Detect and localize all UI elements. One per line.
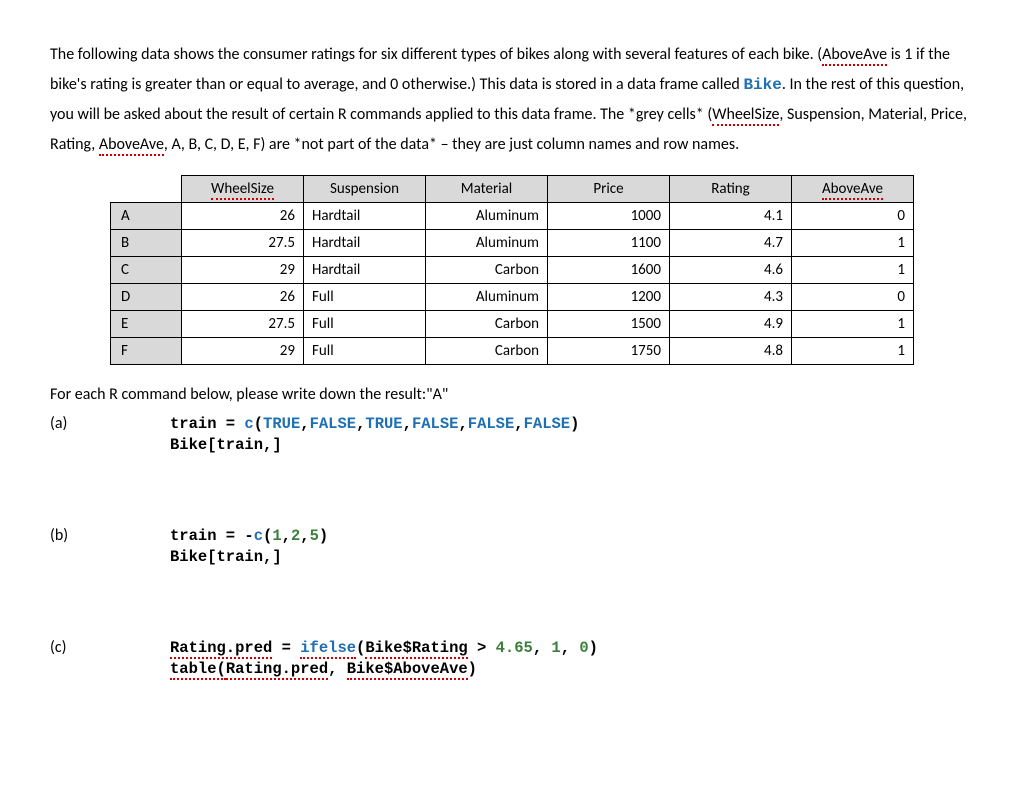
table-row: D 26 Full Aluminum 1200 4.3 0 — [111, 284, 914, 311]
cell: 4.8 — [670, 338, 792, 365]
table-corner — [111, 176, 182, 203]
cell: Hardtail — [304, 230, 426, 257]
cell: Hardtail — [304, 203, 426, 230]
cell: 1 — [792, 311, 914, 338]
intro-text: The following data shows the consumer ra… — [50, 45, 822, 64]
squiggle-aboveave-2: AboveAve — [99, 135, 164, 156]
prompt-text: For each R command below, please write d… — [50, 385, 974, 404]
cell: 4.7 — [670, 230, 792, 257]
cell: 27.5 — [182, 311, 304, 338]
bike-data-table: WheelSize Suspension Material Price Rati… — [110, 175, 914, 365]
cell: 0 — [792, 284, 914, 311]
question-c: (c) Rating.pred = ifelse(Bike$Rating > 4… — [50, 638, 974, 680]
question-a: (a) train = c(TRUE,FALSE,TRUE,FALSE,FALS… — [50, 414, 974, 456]
cell: 4.3 — [670, 284, 792, 311]
col-header-price: Price — [548, 176, 670, 203]
col-header-material: Material — [426, 176, 548, 203]
cell: 1200 — [548, 284, 670, 311]
cell: 1100 — [548, 230, 670, 257]
cell: Carbon — [426, 257, 548, 284]
cell: 4.1 — [670, 203, 792, 230]
cell: 27.5 — [182, 230, 304, 257]
row-header: E — [111, 311, 182, 338]
row-header: F — [111, 338, 182, 365]
cell: Hardtail — [304, 257, 426, 284]
cell: 1500 — [548, 311, 670, 338]
col-header-rating: Rating — [670, 176, 792, 203]
col-header-wheelsize: WheelSize — [182, 176, 304, 203]
cell: 1 — [792, 338, 914, 365]
row-header: B — [111, 230, 182, 257]
cell: Carbon — [426, 311, 548, 338]
code-b: train = -c(1,2,5) Bike[train,] — [170, 526, 328, 568]
cell: 1600 — [548, 257, 670, 284]
question-label-a: (a) — [50, 414, 170, 433]
table-row: F 29 Full Carbon 1750 4.8 1 — [111, 338, 914, 365]
question-label-b: (b) — [50, 526, 170, 545]
intro-text: , A, B, C, D, E, F) are *not part of the… — [164, 135, 739, 154]
code-c: Rating.pred = ifelse(Bike$Rating > 4.65,… — [170, 638, 598, 680]
cell: Aluminum — [426, 230, 548, 257]
table-row: A 26 Hardtail Aluminum 1000 4.1 0 — [111, 203, 914, 230]
row-header: D — [111, 284, 182, 311]
cell: 1750 — [548, 338, 670, 365]
cell: 1 — [792, 257, 914, 284]
cell: Full — [304, 284, 426, 311]
question-b: (b) train = -c(1,2,5) Bike[train,] — [50, 526, 974, 568]
cell: 4.9 — [670, 311, 792, 338]
cell: Aluminum — [426, 284, 548, 311]
row-header: A — [111, 203, 182, 230]
cell: Aluminum — [426, 203, 548, 230]
cell: 0 — [792, 203, 914, 230]
code-a: train = c(TRUE,FALSE,TRUE,FALSE,FALSE,FA… — [170, 414, 579, 456]
question-label-c: (c) — [50, 638, 170, 657]
table-row: E 27.5 Full Carbon 1500 4.9 1 — [111, 311, 914, 338]
squiggle-wheelsize: WheelSize — [712, 105, 779, 126]
row-header: C — [111, 257, 182, 284]
cell: 26 — [182, 284, 304, 311]
cell: Full — [304, 338, 426, 365]
cell: 1000 — [548, 203, 670, 230]
cell: 4.6 — [670, 257, 792, 284]
code-bike: Bike — [743, 76, 781, 94]
cell: 1 — [792, 230, 914, 257]
table-row: B 27.5 Hardtail Aluminum 1100 4.7 1 — [111, 230, 914, 257]
cell: Full — [304, 311, 426, 338]
table-row: C 29 Hardtail Carbon 1600 4.6 1 — [111, 257, 914, 284]
cell: 29 — [182, 338, 304, 365]
cell: 26 — [182, 203, 304, 230]
cell: 29 — [182, 257, 304, 284]
intro-paragraph: The following data shows the consumer ra… — [50, 40, 974, 159]
cell: Carbon — [426, 338, 548, 365]
col-header-suspension: Suspension — [304, 176, 426, 203]
col-header-aboveave: AboveAve — [792, 176, 914, 203]
squiggle-aboveave-1: AboveAve — [822, 45, 887, 66]
